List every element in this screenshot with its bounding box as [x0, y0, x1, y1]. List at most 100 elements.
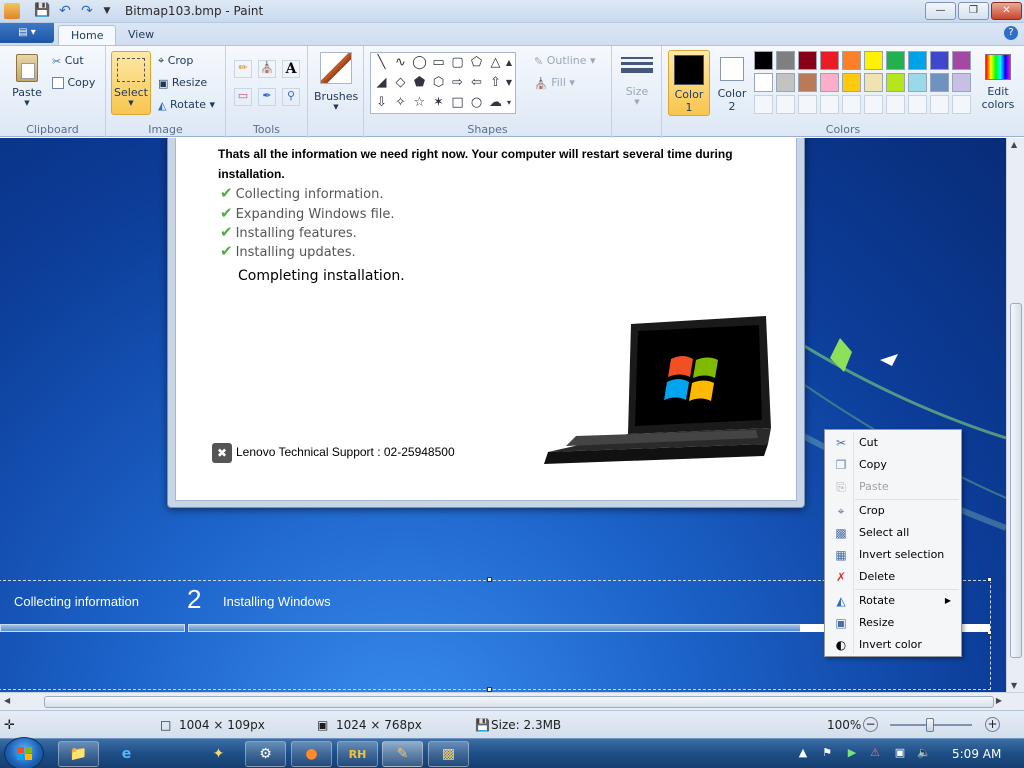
edit-colors-button[interactable]: Edit colors: [978, 50, 1018, 116]
right-arrow-shape-icon[interactable]: ⇨: [449, 74, 466, 91]
outline-button[interactable]: ✎ Outline ▾: [534, 54, 596, 68]
four-point-star-shape-icon[interactable]: ✧: [392, 94, 409, 111]
copy-button[interactable]: Copy: [52, 76, 95, 89]
size-button[interactable]: Size ▼: [620, 54, 654, 106]
menu-item-cut[interactable]: ✂ Cut: [827, 432, 959, 454]
zoom-slider[interactable]: [890, 718, 972, 732]
palette-empty-swatch[interactable]: [820, 95, 839, 114]
color1-button[interactable]: Color 1: [668, 50, 710, 116]
six-point-star-shape-icon[interactable]: ✶: [430, 94, 447, 111]
tray-monitor-icon[interactable]: ▣: [893, 746, 907, 760]
scroll-down-icon[interactable]: ▼: [1011, 681, 1017, 690]
eraser-icon[interactable]: ▭: [234, 88, 252, 106]
help-icon[interactable]: ?: [1004, 26, 1018, 40]
tray-volume-muted-icon[interactable]: 🔈: [917, 746, 931, 760]
cloud-callout-shape-icon[interactable]: ☁: [487, 94, 504, 111]
menu-item-copy[interactable]: ❐ Copy: [827, 454, 959, 476]
tray-security-icon[interactable]: ⚑: [820, 746, 834, 760]
palette-swatch[interactable]: [886, 51, 905, 70]
taskbar-archive-button[interactable]: ▩: [428, 741, 469, 767]
palette-empty-swatch[interactable]: [908, 95, 927, 114]
palette-swatch[interactable]: [820, 73, 839, 92]
palette-empty-swatch[interactable]: [886, 95, 905, 114]
customize-quick-access-icon[interactable]: ▼: [99, 3, 115, 19]
menu-item-rotate[interactable]: ◭ Rotate ▶: [827, 590, 959, 612]
rectangle-shape-icon[interactable]: ▭: [430, 54, 447, 71]
menu-item-select-all[interactable]: ▩ Select all: [827, 522, 959, 544]
tray-media-icon[interactable]: ▶: [845, 746, 859, 760]
color-picker-icon[interactable]: ✒: [258, 88, 276, 106]
paste-button[interactable]: Paste ▼: [8, 52, 46, 108]
palette-swatch[interactable]: [842, 73, 861, 92]
right-triangle-shape-icon[interactable]: ◢: [373, 74, 390, 91]
diamond-shape-icon[interactable]: ◇: [392, 74, 409, 91]
select-button[interactable]: Select ▼: [111, 51, 151, 115]
palette-swatch[interactable]: [908, 51, 927, 70]
palette-swatch[interactable]: [820, 51, 839, 70]
menu-item-delete[interactable]: ✗ Delete: [827, 566, 959, 588]
shapes-scroll-down-icon[interactable]: ▼: [503, 74, 515, 91]
zoom-in-icon[interactable]: +: [985, 717, 1000, 732]
pentagon-shape-icon[interactable]: ⬟: [411, 74, 428, 91]
menu-item-resize[interactable]: ▣ Resize: [827, 612, 959, 634]
paint-menu-button[interactable]: ▤ ▾: [0, 23, 54, 43]
fill-bucket-icon[interactable]: ⛪: [258, 60, 276, 78]
hexagon-shape-icon[interactable]: ⬡: [430, 74, 447, 91]
triangle-shape-icon[interactable]: △: [487, 54, 504, 71]
menu-item-crop[interactable]: ⌖ Crop: [827, 500, 959, 522]
palette-swatch[interactable]: [776, 51, 795, 70]
palette-swatch[interactable]: [798, 51, 817, 70]
palette-swatch[interactable]: [798, 73, 817, 92]
horizontal-scrollbar[interactable]: ◀ ▶: [0, 692, 1024, 710]
taskbar-clock[interactable]: 5:09 AM: [952, 747, 1001, 761]
taskbar-rh-button[interactable]: RH: [337, 741, 378, 767]
left-arrow-shape-icon[interactable]: ⇦: [468, 74, 485, 91]
tab-view[interactable]: View: [116, 25, 166, 45]
polygon-shape-icon[interactable]: ⬠: [468, 54, 485, 71]
palette-swatch[interactable]: [754, 51, 773, 70]
vertical-scrollbar[interactable]: ▲ ▼: [1006, 138, 1024, 692]
menu-item-invert-color[interactable]: ◐ Invert color: [827, 634, 959, 656]
redo-icon[interactable]: ↷: [79, 3, 95, 19]
oval-callout-shape-icon[interactable]: ○: [468, 94, 485, 111]
undo-icon[interactable]: ↶: [57, 3, 73, 19]
tab-home[interactable]: Home: [58, 25, 117, 45]
paint-app-icon[interactable]: [4, 3, 20, 19]
palette-empty-swatch[interactable]: [952, 95, 971, 114]
five-point-star-shape-icon[interactable]: ☆: [411, 94, 428, 111]
brushes-button[interactable]: Brushes ▼: [314, 52, 358, 114]
scroll-right-icon[interactable]: ▶: [996, 696, 1002, 705]
taskbar-paint-button[interactable]: ✎: [382, 741, 423, 767]
color2-button[interactable]: Color 2: [713, 50, 751, 116]
crop-button[interactable]: ⌖ Crop: [158, 54, 193, 68]
palette-swatch[interactable]: [776, 73, 795, 92]
cut-button[interactable]: ✂ Cut: [52, 54, 84, 68]
text-tool-icon[interactable]: A: [282, 60, 300, 78]
palette-empty-swatch[interactable]: [842, 95, 861, 114]
menu-item-invert-selection[interactable]: ▦ Invert selection: [827, 544, 959, 566]
taskbar-ie-button[interactable]: e: [106, 741, 147, 767]
tray-network-icon[interactable]: ▲: [796, 746, 810, 760]
fill-button[interactable]: ⛪ Fill ▾: [534, 76, 575, 90]
palette-swatch[interactable]: [864, 51, 883, 70]
selection-handle[interactable]: [487, 577, 492, 582]
palette-empty-swatch[interactable]: [864, 95, 883, 114]
line-shape-icon[interactable]: ╲: [373, 54, 390, 71]
magnifier-icon[interactable]: ⚲: [282, 88, 300, 106]
vertical-scroll-thumb[interactable]: [1010, 303, 1022, 658]
palette-empty-swatch[interactable]: [776, 95, 795, 114]
palette-swatch[interactable]: [952, 73, 971, 92]
palette-swatch[interactable]: [908, 73, 927, 92]
palette-swatch[interactable]: [842, 51, 861, 70]
palette-swatch[interactable]: [886, 73, 905, 92]
oval-shape-icon[interactable]: ◯: [411, 54, 428, 71]
menu-item-paste[interactable]: ⎘ Paste: [827, 476, 959, 498]
shapes-scroll-up-icon[interactable]: ▲: [503, 54, 515, 71]
maximize-button[interactable]: ❐: [958, 2, 989, 20]
taskbar-utility-button[interactable]: ⚙: [245, 741, 286, 767]
rotate-button[interactable]: ◭ Rotate ▾: [158, 98, 215, 112]
minimize-button[interactable]: —: [925, 2, 956, 20]
resize-button[interactable]: ▣ Resize: [158, 76, 207, 90]
horizontal-scroll-thumb[interactable]: [44, 696, 994, 708]
tray-alert-icon[interactable]: ⚠: [868, 746, 882, 760]
